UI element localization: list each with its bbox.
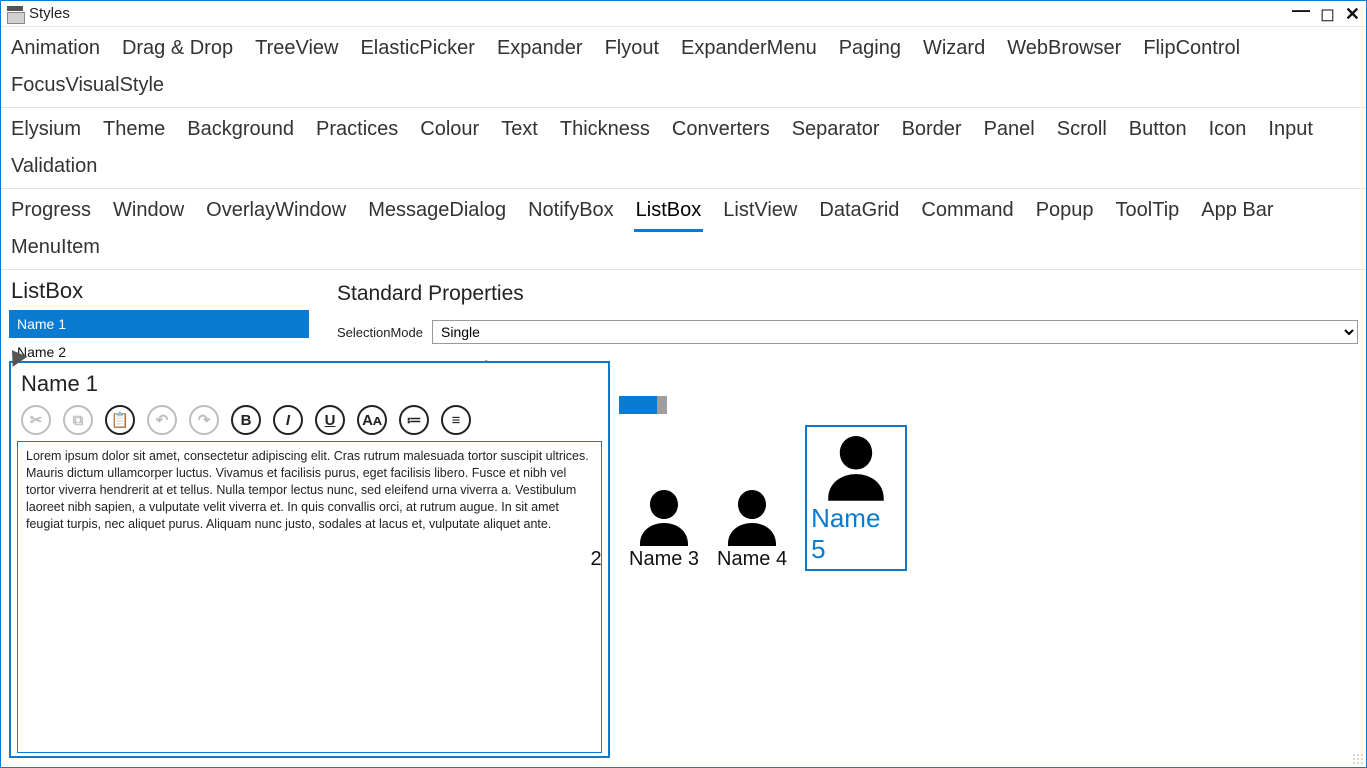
person-card[interactable]: Name 3 — [629, 484, 699, 571]
underline-icon[interactable]: U — [315, 405, 345, 435]
tab-tooltip[interactable]: ToolTip — [1114, 195, 1182, 232]
card-label: Name 4 — [717, 548, 787, 571]
tab-button[interactable]: Button — [1127, 114, 1189, 151]
popup-title: Name 1 — [21, 371, 602, 397]
tab-focusvisualstyle[interactable]: FocusVisualStyle — [9, 70, 166, 107]
window-controls: — ◻ ✕ — [1292, 5, 1360, 23]
bulleted-list-icon[interactable]: ≔ — [399, 405, 429, 435]
titlebar: Styles — ◻ ✕ — [1, 1, 1366, 27]
tab-scroll[interactable]: Scroll — [1055, 114, 1109, 151]
tab-validation[interactable]: Validation — [9, 151, 99, 188]
tab-converters[interactable]: Converters — [670, 114, 772, 151]
bold-icon[interactable]: B — [231, 405, 261, 435]
undo-icon: ↶ — [147, 405, 177, 435]
italic-icon[interactable]: I — [273, 405, 303, 435]
tab-notifybox[interactable]: NotifyBox — [526, 195, 616, 232]
tab-command[interactable]: Command — [919, 195, 1015, 232]
cut-icon: ✂ — [21, 405, 51, 435]
tab-wizard[interactable]: Wizard — [921, 33, 987, 70]
app-window: Styles — ◻ ✕ Animation Drag & Drop TreeVie… — [0, 0, 1367, 768]
justify-icon[interactable]: ≡ — [441, 405, 471, 435]
card-strip: 2Name 3Name 4Name 5 — [611, 425, 907, 571]
tab-border[interactable]: Border — [900, 114, 964, 151]
tab-flipcontrol[interactable]: FlipControl — [1141, 33, 1242, 70]
tab-webbrowser[interactable]: WebBrowser — [1005, 33, 1123, 70]
person-icon — [632, 484, 696, 548]
editor-textarea[interactable]: Lorem ipsum dolor sit amet, consectetur … — [17, 441, 602, 753]
window-title: Styles — [29, 5, 70, 22]
selection-mode-label: SelectionMode — [337, 325, 432, 340]
tab-messagedialog[interactable]: MessageDialog — [366, 195, 508, 232]
tab-icon[interactable]: Icon — [1207, 114, 1249, 151]
tab-paging[interactable]: Paging — [837, 33, 903, 70]
tab-input[interactable]: Input — [1266, 114, 1314, 151]
card-label: Name 3 — [629, 548, 699, 571]
tab-practices[interactable]: Practices — [314, 114, 400, 151]
font-size-icon[interactable]: Aᴀ — [357, 405, 387, 435]
tab-progress[interactable]: Progress — [9, 195, 93, 232]
app-icon — [7, 6, 23, 22]
tab-flyout[interactable]: Flyout — [603, 33, 661, 70]
person-card[interactable]: Name 4 — [717, 484, 787, 571]
maximize-button[interactable]: ◻ — [1320, 5, 1335, 23]
listbox-item[interactable]: Name 1 — [9, 310, 309, 338]
resize-grip[interactable] — [1352, 753, 1364, 765]
tab-theme[interactable]: Theme — [101, 114, 167, 151]
tabs-row-3: Progress Window OverlayWindow MessageDialog… — [1, 189, 1366, 270]
minimize-button[interactable]: — — [1292, 1, 1310, 19]
page-heading: ListBox — [11, 278, 319, 304]
close-button[interactable]: ✕ — [1345, 5, 1360, 23]
tab-expander[interactable]: Expander — [495, 33, 585, 70]
selection-mode-row: SelectionMode Single — [337, 320, 1358, 344]
tab-expandermenu[interactable]: ExpanderMenu — [679, 33, 819, 70]
person-card[interactable]: Name 5 — [805, 425, 907, 571]
tab-overlaywindow[interactable]: OverlayWindow — [204, 195, 348, 232]
tabs-row-1: Animation Drag & Drop TreeView ElasticPicke… — [1, 27, 1366, 108]
tab-separator[interactable]: Separator — [790, 114, 882, 151]
tab-colour[interactable]: Colour — [418, 114, 481, 151]
tab-listbox[interactable]: ListBox — [634, 195, 704, 232]
card-label: 2 — [590, 548, 601, 571]
tab-drag-drop[interactable]: Drag & Drop — [120, 33, 235, 70]
tab-elysium[interactable]: Elysium — [9, 114, 83, 151]
tab-listview[interactable]: ListView — [721, 195, 799, 232]
tab-datagrid[interactable]: DataGrid — [817, 195, 901, 232]
redo-icon: ↷ — [189, 405, 219, 435]
tab-animation[interactable]: Animation — [9, 33, 102, 70]
selection-mode-combo[interactable]: Single — [432, 320, 1358, 344]
detail-popup: Name 1 ✂ ⧉ 📋 ↶ ↷ BIU Aᴀ ≔ ≡ Lorem ipsum dolor si… — [9, 361, 610, 758]
person-icon — [816, 429, 896, 503]
standard-properties-title: Standard Properties — [337, 282, 1358, 306]
tab-panel[interactable]: Panel — [982, 114, 1037, 151]
tab-window[interactable]: Window — [111, 195, 186, 232]
tab-popup[interactable]: Popup — [1034, 195, 1096, 232]
tab-elasticpicker[interactable]: ElasticPicker — [358, 33, 476, 70]
tab-thickness[interactable]: Thickness — [558, 114, 652, 151]
tab-treeview[interactable]: TreeView — [253, 33, 340, 70]
tab-menuitem[interactable]: MenuItem — [9, 232, 102, 269]
row-deselection-toggle[interactable] — [619, 396, 667, 414]
paste-icon[interactable]: 📋 — [105, 405, 135, 435]
editor-toolbar: ✂ ⧉ 📋 ↶ ↷ BIU Aᴀ ≔ ≡ — [17, 403, 602, 441]
tab-background[interactable]: Background — [185, 114, 296, 151]
person-icon — [720, 484, 784, 548]
tab-text[interactable]: Text — [499, 114, 540, 151]
card-label: Name 5 — [811, 503, 901, 565]
tabs-row-2: Elysium Theme Background Practices Colour Tex… — [1, 108, 1366, 189]
copy-icon: ⧉ — [63, 405, 93, 435]
tab-app-bar[interactable]: App Bar — [1199, 195, 1275, 232]
